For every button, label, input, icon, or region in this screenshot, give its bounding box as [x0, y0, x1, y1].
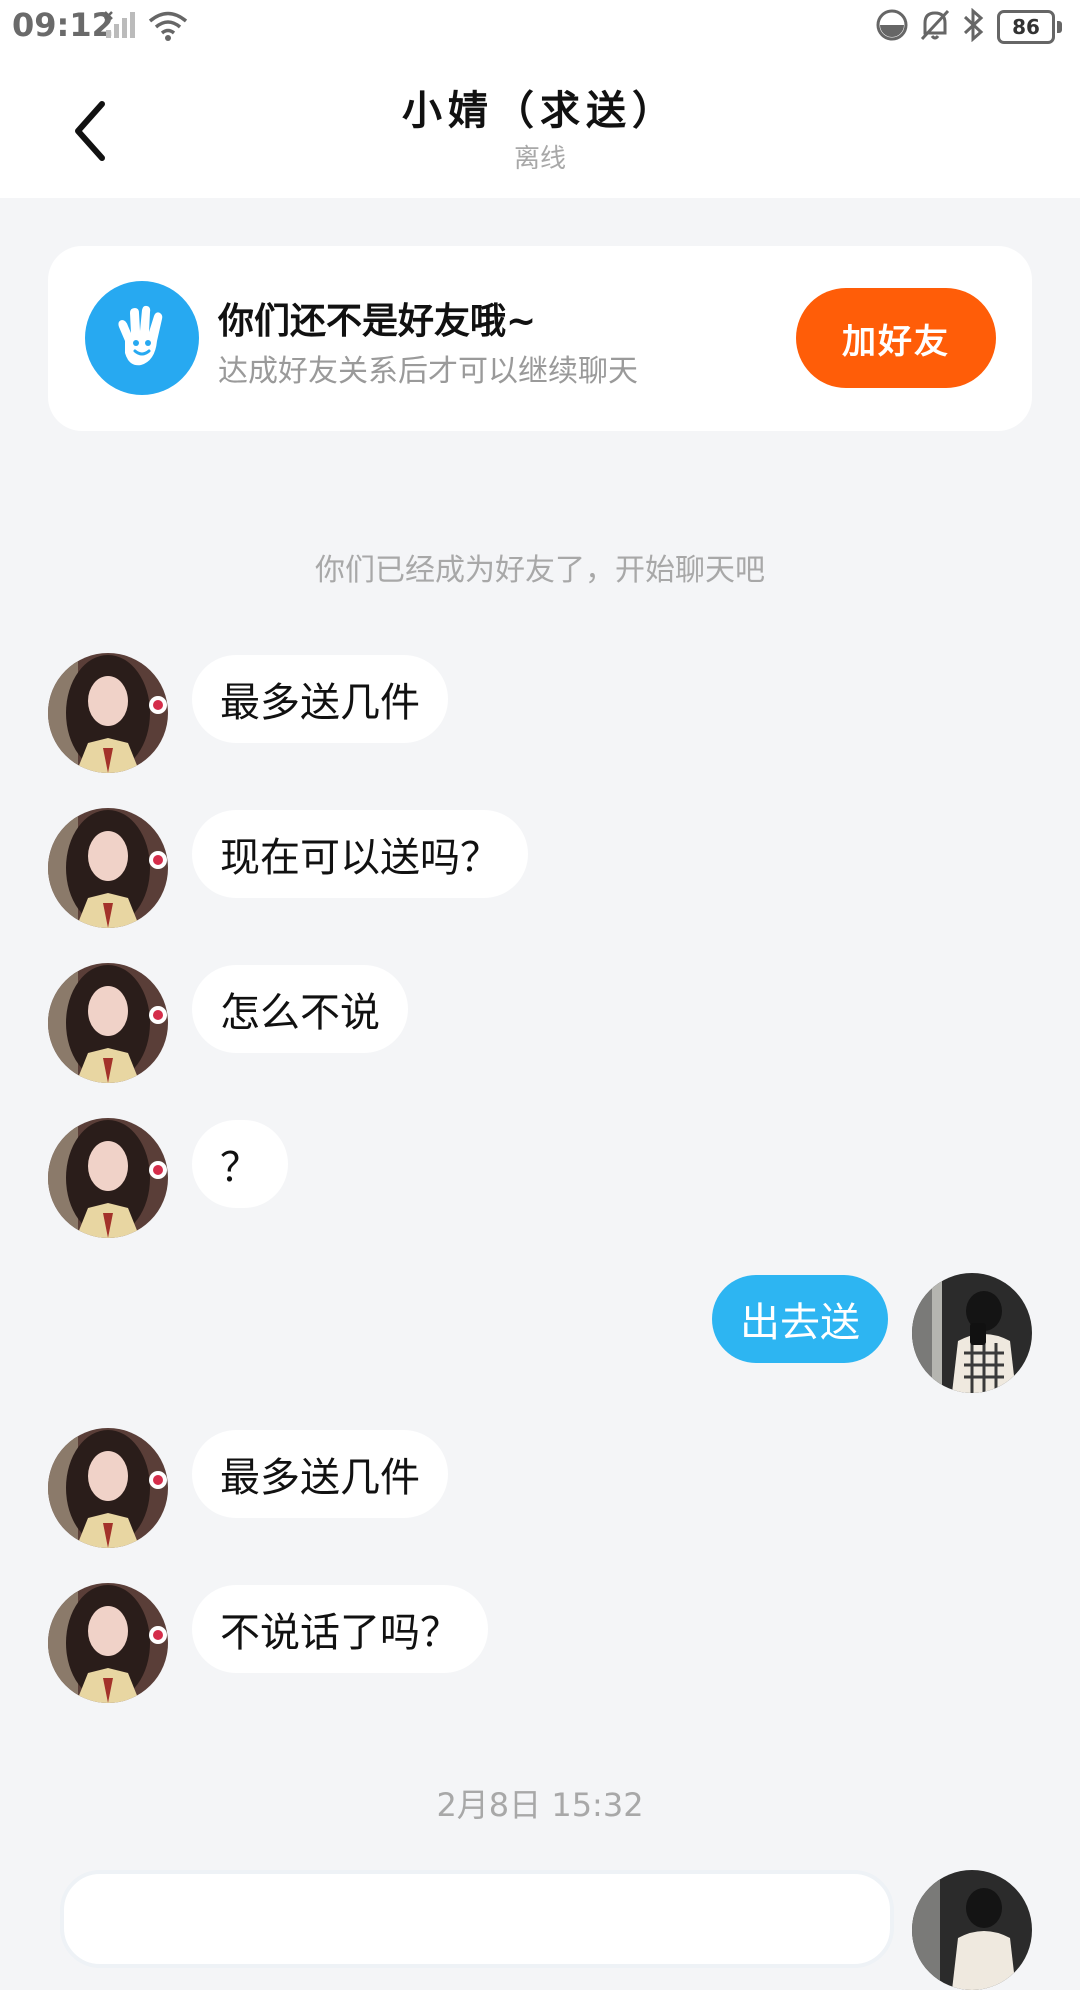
message-row: 最多送几件	[0, 1428, 1080, 1548]
no-signal-icon	[104, 10, 140, 46]
message-bubble[interactable]: ？	[192, 1120, 288, 1208]
avatar[interactable]	[48, 1583, 168, 1703]
message-row: 现在可以送吗？	[0, 808, 1080, 928]
avatar[interactable]	[48, 1428, 168, 1548]
data-saver-icon	[875, 8, 909, 46]
bluetooth-icon	[961, 7, 987, 46]
message-bubble[interactable]: 最多送几件	[192, 655, 448, 743]
bell-off-icon	[919, 8, 951, 46]
battery-level: 86	[997, 10, 1055, 44]
message-row: 怎么不说	[0, 963, 1080, 1083]
chat-header: 小婧（求送） 离线	[0, 58, 1080, 198]
message-row: 最多送几件	[0, 653, 1080, 773]
avatar[interactable]	[48, 1118, 168, 1238]
add-friend-button[interactable]: 加好友	[796, 288, 996, 388]
status-time: 09:12	[12, 6, 114, 44]
message-row: 出去送	[0, 1273, 1080, 1393]
online-status: 离线	[513, 144, 566, 174]
avatar[interactable]	[48, 963, 168, 1083]
message-row: ？	[0, 1118, 1080, 1238]
avatar[interactable]	[48, 808, 168, 928]
avatar-self[interactable]	[912, 1870, 1032, 1990]
message-bubble[interactable]: 怎么不说	[192, 965, 408, 1053]
wifi-icon	[148, 10, 188, 46]
avatar-self[interactable]	[912, 1273, 1032, 1393]
message-card-partial[interactable]	[60, 1870, 894, 1968]
card-title: 你们还不是好友哦~	[218, 301, 537, 342]
avatar[interactable]	[48, 653, 168, 773]
battery-icon: 86	[997, 10, 1062, 44]
add-friend-card: 你们还不是好友哦~ 达成好友关系后才可以继续聊天 加好友	[48, 246, 1032, 431]
status-bar: 09:12 86	[0, 0, 1080, 58]
message-bubble[interactable]: 最多送几件	[192, 1430, 448, 1518]
timestamp-separator: 2月8日 15:32	[436, 1786, 644, 1824]
message-bubble[interactable]: 不说话了吗？	[192, 1585, 488, 1673]
card-subtitle: 达成好友关系后才可以继续聊天	[218, 354, 638, 389]
message-bubble-self[interactable]: 出去送	[712, 1275, 888, 1363]
hand-wave-icon	[85, 281, 199, 395]
system-message: 你们已经成为好友了，开始聊天吧	[315, 553, 765, 588]
message-row: 不说话了吗？	[0, 1583, 1080, 1703]
message-bubble[interactable]: 现在可以送吗？	[192, 810, 528, 898]
contact-name: 小婧（求送）	[402, 88, 678, 134]
